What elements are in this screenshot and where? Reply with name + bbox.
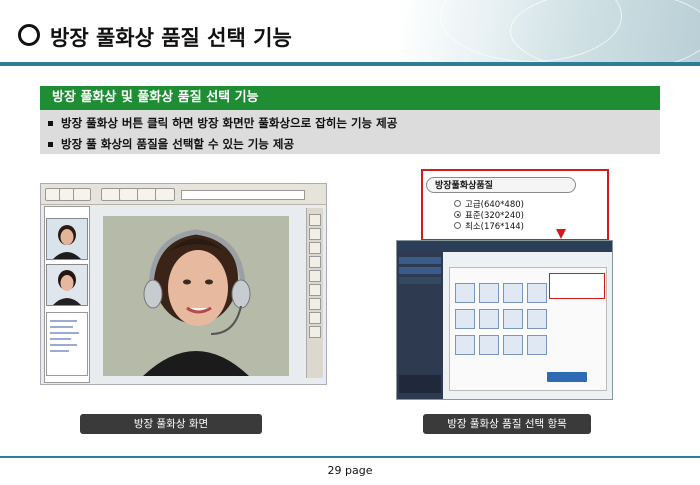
bullet-item-2: 방장 풀 화상의 품질을 선택할 수 있는 기능 제공	[48, 136, 294, 152]
layout-option	[479, 309, 499, 329]
toolbar-button	[137, 188, 157, 201]
tool-button	[309, 326, 321, 338]
settings-user-avatar	[399, 375, 441, 393]
tool-button	[309, 270, 321, 282]
quality-settings-screenshot	[396, 240, 613, 400]
callout-arrow-icon	[556, 229, 566, 239]
layout-option	[527, 335, 547, 355]
quality-radio-standard[interactable]	[454, 211, 461, 218]
tool-button	[309, 228, 321, 240]
footer-line	[0, 456, 700, 458]
layout-option	[455, 309, 475, 329]
participant-cam	[46, 218, 88, 260]
bullet-square-icon	[48, 121, 53, 126]
right-caption: 방장 풀화상 품질 선택 항목	[423, 414, 591, 434]
layout-option	[503, 283, 523, 303]
settings-apply-button	[547, 372, 587, 382]
screenshot-url-bar	[181, 190, 305, 200]
quality-popup-title: 방장풀화상품질	[426, 177, 576, 193]
chat-log	[46, 312, 88, 376]
quality-setting-highlight	[549, 273, 605, 299]
layout-option	[503, 335, 523, 355]
toolbar-button	[73, 188, 91, 201]
settings-sidebar-item	[399, 257, 441, 264]
title-underline	[0, 62, 700, 66]
tool-button	[309, 284, 321, 296]
layout-option	[527, 309, 547, 329]
layout-option	[455, 335, 475, 355]
toolbar-button	[101, 188, 121, 201]
tool-button	[309, 298, 321, 310]
settings-sidebar-item	[399, 277, 441, 284]
quality-radio-minimum[interactable]	[454, 222, 461, 229]
host-fullscreen-video	[103, 216, 289, 376]
header-decoration	[400, 0, 700, 72]
participant-cam	[46, 264, 88, 306]
toolbar-button	[155, 188, 175, 201]
quality-radio-high[interactable]	[454, 200, 461, 207]
bullet-text: 방장 풀화상 버튼 클릭 하면 방장 화면만 풀화상으로 잡히는 기능 제공	[61, 116, 398, 130]
host-fullvideo-screenshot	[40, 183, 327, 385]
layout-option	[527, 283, 547, 303]
page-number: 29 page	[327, 464, 373, 477]
settings-topbar	[397, 241, 612, 252]
slide-title: 방장 풀화상 품질 선택 기능	[50, 26, 292, 50]
layout-option	[479, 335, 499, 355]
tool-button	[309, 312, 321, 324]
settings-sidebar-item	[399, 267, 441, 274]
section-header: 방장 풀화상 및 풀화상 품질 선택 기능	[40, 86, 660, 110]
bullet-square-icon	[48, 142, 53, 147]
toolbar-button	[119, 188, 139, 201]
tool-button	[309, 242, 321, 254]
bullet-item-1: 방장 풀화상 버튼 클릭 하면 방장 화면만 풀화상으로 잡히는 기능 제공	[48, 115, 397, 131]
left-caption: 방장 풀화상 화면	[80, 414, 262, 434]
title-circle-icon	[18, 24, 40, 46]
layout-option	[479, 283, 499, 303]
bullet-text: 방장 풀 화상의 품질을 선택할 수 있는 기능 제공	[61, 137, 295, 151]
quality-option-label: 최소(176*144)	[465, 222, 524, 232]
tool-button	[309, 214, 321, 226]
tool-button	[309, 256, 321, 268]
layout-option	[455, 283, 475, 303]
layout-option	[503, 309, 523, 329]
